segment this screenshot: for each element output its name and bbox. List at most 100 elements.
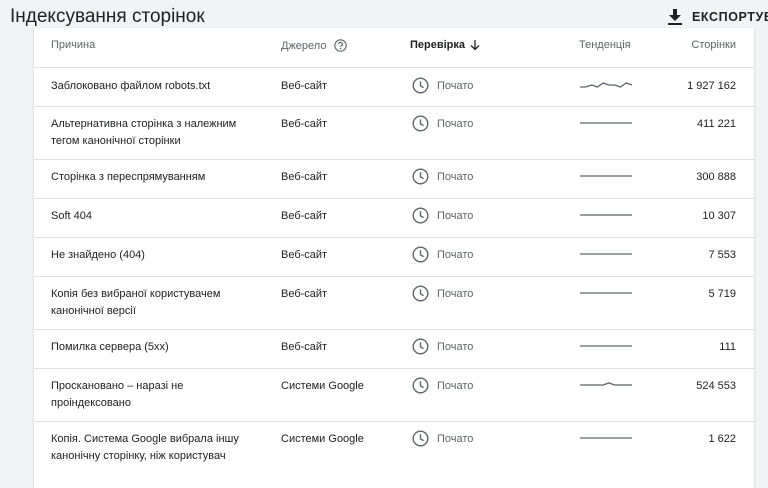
issues-table-card: Причина Джерело Перевірка Тенденція Стор… (34, 28, 754, 488)
column-label-trend: Тенденція (579, 39, 631, 51)
row-pages-count: 5 719 (708, 288, 736, 300)
sparkline-line (580, 382, 632, 386)
help-circle-icon[interactable] (334, 39, 348, 52)
column-header-check[interactable]: Перевірка (410, 39, 480, 51)
table-row[interactable]: Альтернативна сторінка з належним тегом … (34, 106, 754, 160)
row-status-label: Почато (437, 79, 474, 92)
row-status: Почато (412, 285, 473, 302)
arrow-down-icon (470, 39, 480, 50)
table-row[interactable]: Копія без вибраної користувачем канонічн… (34, 276, 754, 330)
table-row[interactable]: Сторінка з переспрямуванням Веб-сайт Почат… (34, 159, 754, 199)
sparkline-chart (580, 345, 632, 347)
row-source: Системи Google (281, 433, 364, 445)
table-row[interactable]: Заблоковано файлом robots.txt Веб-сайт Поч… (34, 68, 754, 107)
row-reason: Копія без вибраної користувачем канонічн… (51, 288, 221, 317)
row-status: Почато (412, 168, 473, 185)
column-header-pages: Сторінки (691, 39, 736, 51)
row-status-label: Почато (437, 432, 474, 445)
sparkline-chart (580, 214, 632, 216)
column-label-source: Джерело (281, 39, 327, 52)
column-label-check: Перевірка (410, 39, 466, 51)
row-source: Системи Google (281, 380, 364, 392)
row-reason: Сторінка з переспрямуванням (51, 171, 206, 183)
column-header-reason: Причина (51, 39, 95, 51)
column-label-pages: Сторінки (691, 39, 736, 51)
row-status-label: Почато (437, 170, 474, 183)
sparkline-chart (580, 175, 632, 177)
row-reason: Проскановано – наразі не проіндексовано (51, 380, 184, 409)
row-source: Веб-сайт (281, 288, 328, 300)
clock-icon (412, 285, 429, 302)
row-reason: Soft 404 (51, 210, 92, 222)
table-header: Причина Джерело Перевірка Тенденція Стор… (34, 28, 754, 68)
row-trend-sparkline (579, 247, 633, 262)
row-reason: Помилка сервера (5xx) (51, 341, 169, 353)
row-trend-sparkline (579, 339, 633, 354)
row-pages-count: 300 888 (696, 171, 736, 183)
clock-icon (412, 168, 429, 185)
sparkline-line (580, 82, 633, 88)
clock-icon (412, 246, 429, 263)
row-reason: Альтернативна сторінка з належним тегом … (51, 118, 237, 147)
row-status: Почато (412, 77, 473, 94)
row-pages-count: 111 (719, 341, 736, 353)
page-title: Індексування сторінок (10, 6, 205, 27)
clock-icon (412, 377, 429, 394)
row-status: Почато (412, 115, 473, 132)
row-trend-sparkline (579, 431, 633, 446)
clock-icon (412, 430, 429, 447)
row-reason: Заблоковано файлом robots.txt (51, 80, 211, 92)
row-trend-sparkline (579, 78, 633, 93)
row-source: Веб-сайт (281, 118, 328, 130)
clock-icon (412, 207, 429, 224)
export-label: ЕКСПОРТУВА (692, 10, 768, 24)
row-status-label: Почато (437, 340, 474, 353)
row-trend-sparkline (579, 208, 633, 223)
row-pages-count: 10 307 (702, 210, 736, 222)
row-status: Почато (412, 338, 473, 355)
row-status: Почато (412, 430, 473, 447)
row-source: Веб-сайт (281, 210, 328, 222)
sparkline-chart (580, 437, 632, 439)
row-status: Почато (412, 207, 473, 224)
row-status-label: Почато (437, 248, 474, 261)
table-row[interactable]: Проскановано – наразі не проіндексовано С… (34, 368, 754, 422)
row-source: Веб-сайт (281, 171, 328, 183)
row-status-label: Почато (437, 287, 474, 300)
clock-icon (412, 338, 429, 355)
sparkline-chart (580, 292, 632, 294)
row-reason: Не знайдено (404) (51, 249, 145, 261)
row-reason: Копія. Система Google вибрала іншу канон… (51, 433, 239, 462)
row-source: Веб-сайт (281, 249, 328, 261)
column-header-source: Джерело (281, 39, 348, 52)
row-trend-sparkline (579, 169, 633, 184)
clock-icon (412, 77, 429, 94)
row-status: Почато (412, 377, 473, 394)
download-icon (668, 9, 682, 25)
row-status-label: Почато (437, 379, 474, 392)
row-trend-sparkline (579, 378, 633, 393)
table-row[interactable]: Не знайдено (404) Веб-сайт Почато 7 553 (34, 237, 754, 277)
row-status: Почато (412, 246, 473, 263)
column-label-reason: Причина (51, 39, 96, 51)
sparkline-chart (580, 253, 632, 255)
sparkline-chart (580, 122, 632, 124)
row-pages-count: 7 553 (708, 249, 736, 261)
row-pages-count: 411 221 (697, 118, 736, 130)
row-pages-count: 1 622 (708, 433, 736, 445)
table-row[interactable]: Soft 404 Веб-сайт Почато 10 307 (34, 198, 754, 238)
sparkline-chart (580, 382, 632, 386)
row-source: Веб-сайт (281, 80, 328, 92)
column-header-trend: Тенденція (579, 39, 631, 51)
sparkline-chart (580, 82, 633, 88)
row-trend-sparkline (579, 286, 633, 301)
row-source: Веб-сайт (281, 341, 328, 353)
clock-icon (412, 115, 429, 132)
export-button[interactable]: ЕКСПОРТУВА (668, 6, 768, 28)
table-row[interactable]: Копія. Система Google вибрала іншу канон… (34, 421, 754, 481)
row-trend-sparkline (579, 116, 633, 131)
table-row[interactable]: Помилка сервера (5xx) Веб-сайт Почато 111 (34, 329, 754, 369)
row-pages-count: 524 553 (696, 380, 736, 392)
row-status-label: Почато (437, 209, 474, 222)
row-status-label: Почато (437, 117, 474, 130)
